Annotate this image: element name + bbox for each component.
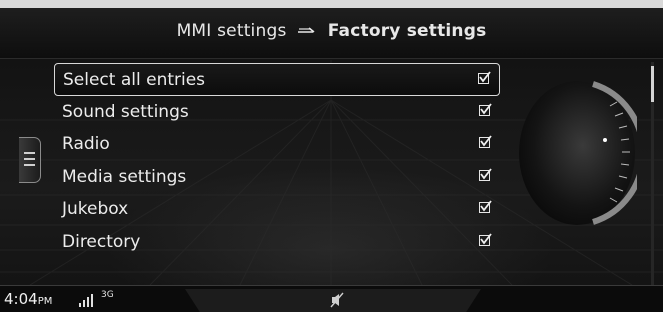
checkbox-checked-icon[interactable]: [479, 167, 492, 181]
mmi-screen: MMI settings Factory settings Select all…: [0, 0, 663, 312]
clock-time: 4:04: [4, 290, 38, 308]
screen-frame: [0, 0, 663, 8]
checkbox-checked-icon[interactable]: [478, 71, 491, 84]
checkbox-checked-icon[interactable]: [479, 102, 492, 116]
side-menu-tab[interactable]: [19, 137, 41, 183]
network-type: 3G: [101, 290, 114, 300]
list-item-label: Media settings: [62, 166, 187, 187]
list-item-label: Jukebox: [62, 199, 129, 219]
checkbox-checked-icon[interactable]: [479, 135, 492, 148]
list-item-label: Select all entries: [63, 70, 206, 90]
header-bar: MMI settings Factory settings: [0, 8, 663, 59]
list-item-directory[interactable]: Directory: [54, 226, 500, 259]
clock-ampm: PM: [37, 296, 53, 307]
breadcrumb-parent[interactable]: MMI settings: [177, 21, 287, 41]
list-item-jukebox[interactable]: Jukebox: [54, 193, 500, 226]
scrollbar-thumb[interactable]: [651, 66, 654, 102]
arrow-right-icon: [298, 21, 316, 41]
checkbox-checked-icon[interactable]: [479, 200, 492, 213]
signal-bars-icon: [79, 294, 93, 307]
list-item-label: Sound settings: [62, 101, 189, 122]
list-item-select-all[interactable]: Select all entries: [54, 63, 500, 96]
list-item-media-settings[interactable]: Media settings: [54, 161, 500, 194]
settings-list: Select all entries Sound settings Radio …: [54, 63, 500, 258]
breadcrumb: MMI settings Factory settings: [0, 21, 663, 41]
list-item-sound-settings[interactable]: Sound settings: [54, 96, 500, 129]
list-item-label: Radio: [62, 134, 110, 154]
rotary-knob-icon: [519, 81, 637, 225]
menu-lines-icon: [24, 152, 35, 154]
mute-icon: [330, 292, 344, 308]
clock: 4:04PM: [4, 290, 52, 308]
checkbox-checked-icon[interactable]: [479, 232, 492, 246]
breadcrumb-current: Factory settings: [327, 21, 487, 41]
list-item-radio[interactable]: Radio: [54, 128, 500, 161]
list-item-label: Directory: [62, 231, 141, 252]
